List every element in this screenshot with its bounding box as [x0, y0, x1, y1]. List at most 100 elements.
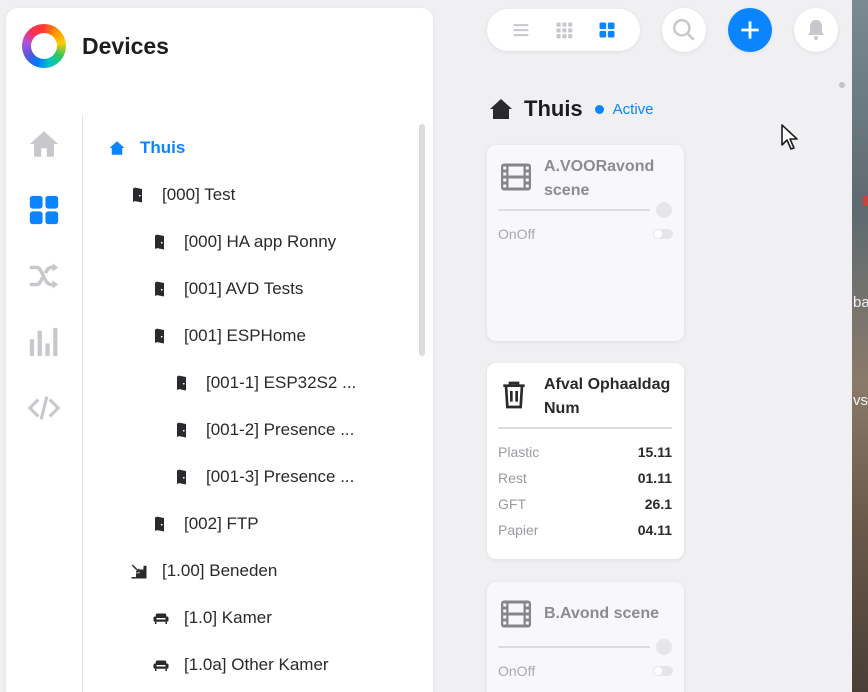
- trash-icon: [503, 381, 525, 409]
- row-value: 04.11: [637, 522, 672, 538]
- card-title: A.VOORavond scene: [544, 158, 655, 199]
- row-label: Papier: [498, 522, 539, 538]
- view-mode-switch: [487, 9, 640, 51]
- tree-item[interactable]: [000] HA app Ronny: [150, 218, 336, 265]
- room-header: Thuis Active: [489, 96, 654, 122]
- card-title: Afval Ophaaldag Num: [544, 376, 671, 417]
- data-row: Rest 01.11: [498, 470, 672, 486]
- tree-item-label: [000] HA app Ronny: [184, 231, 337, 251]
- sofa-icon: [150, 607, 172, 629]
- list-view-icon: [513, 24, 528, 37]
- home-icon: [490, 99, 512, 119]
- row-label: GFT: [498, 496, 526, 512]
- tree-item[interactable]: [001-2] Presence ...: [172, 406, 354, 453]
- door-icon: [150, 231, 172, 253]
- app-logo: [22, 24, 66, 68]
- desktop-text: vs: [853, 392, 868, 409]
- list-view-button[interactable]: [509, 18, 533, 42]
- notifications-button[interactable]: [794, 8, 838, 52]
- tree-item-label: [000] Test: [162, 184, 236, 204]
- bar-chart-icon: [29, 327, 58, 357]
- shuffle-icon: [29, 263, 59, 289]
- tree-item[interactable]: [001-3] Presence ...: [172, 453, 354, 500]
- tree-item-label: [002] FTP: [184, 513, 259, 533]
- card-divider: [498, 427, 672, 429]
- tree-item[interactable]: [002] FTP: [150, 500, 259, 547]
- rail-stats-button[interactable]: [24, 322, 64, 362]
- rail-devices-button[interactable]: [24, 190, 64, 230]
- tree-item-label: [001-2] Presence ...: [206, 419, 355, 439]
- row-value: 26.1: [644, 496, 672, 512]
- tree-item[interactable]: [1.0] Kamer: [150, 594, 272, 641]
- small-grid-icon: [556, 22, 572, 39]
- data-row: Plastic 15.11: [498, 444, 672, 460]
- row-label: Rest: [498, 470, 527, 486]
- card-slider-track: [498, 646, 650, 648]
- tree-item-label: [1.0] Kamer: [184, 607, 272, 627]
- onoff-toggle[interactable]: [653, 666, 673, 676]
- card-slider-knob[interactable]: [656, 639, 672, 655]
- film-icon: [501, 163, 531, 191]
- sofa-icon: [150, 654, 172, 676]
- tree-item[interactable]: [1.00] Beneden: [128, 547, 277, 594]
- tree-item[interactable]: [001-1] ESP32S2 ...: [172, 359, 356, 406]
- app-window: Devices Thuis [000] Test [000] HA app Ro…: [0, 0, 852, 692]
- tree-item-label: [1.0a] Other Kamer: [184, 654, 329, 674]
- onoff-toggle[interactable]: [653, 229, 673, 239]
- row-value: 15.11: [637, 444, 672, 460]
- row-value: 01.11: [637, 470, 672, 486]
- large-grid-icon: [599, 22, 614, 38]
- tree-item-label: [1.00] Beneden: [162, 560, 278, 580]
- plus-icon: [741, 21, 759, 39]
- devices-panel: Devices Thuis [000] Test [000] HA app Ro…: [6, 8, 433, 692]
- home-icon: [29, 131, 59, 157]
- tree-item-label: [001] AVD Tests: [184, 278, 304, 298]
- add-button[interactable]: [728, 8, 772, 52]
- room-name: Thuis: [524, 96, 583, 121]
- card-slider-knob[interactable]: [656, 202, 672, 218]
- tree-item-label: [001-1] ESP32S2 ...: [206, 372, 357, 392]
- page-scroll-indicator[interactable]: [839, 82, 845, 88]
- data-row: GFT 26.1: [498, 496, 672, 512]
- tree-item[interactable]: [000] Test: [128, 171, 235, 218]
- card-header: A.VOORavond scene: [498, 155, 684, 203]
- home-icon: [106, 137, 128, 159]
- page-title: Devices: [82, 32, 169, 59]
- brand: Devices: [22, 24, 169, 68]
- tree-item[interactable]: [001] AVD Tests: [150, 265, 303, 312]
- search-button[interactable]: [662, 8, 706, 52]
- door-icon: [172, 372, 194, 394]
- card-header: B.Avond scene: [498, 592, 684, 632]
- status-dot: [594, 104, 604, 114]
- card-title: B.Avond scene: [544, 605, 659, 622]
- mouse-cursor-icon: [781, 124, 798, 150]
- tree-scrollbar[interactable]: [419, 124, 425, 356]
- film-icon: [501, 600, 531, 628]
- door-icon: [150, 513, 172, 535]
- device-card[interactable]: A.VOORavond scene OnOff: [487, 145, 684, 341]
- door-icon: [150, 325, 172, 347]
- tree-item[interactable]: [1.0a] Other Kamer: [150, 641, 329, 688]
- rail-developer-button[interactable]: [24, 388, 64, 428]
- nav-rail: [24, 124, 64, 454]
- tree-item-thuis[interactable]: Thuis: [106, 124, 185, 171]
- door-icon: [128, 184, 150, 206]
- rail-scenes-button[interactable]: [24, 256, 64, 296]
- device-card[interactable]: Afval Ophaaldag Num Plastic 15.11 Rest 0…: [487, 363, 684, 559]
- grid-icon: [29, 195, 59, 225]
- tree-item-label: [001-3] Presence ...: [206, 466, 355, 486]
- tree-item[interactable]: [001] ESPHome: [150, 312, 306, 359]
- desktop-background: ba vs: [852, 0, 868, 692]
- rail-home-button[interactable]: [24, 124, 64, 164]
- tree-divider: [82, 116, 83, 692]
- property-label: OnOff: [498, 663, 536, 679]
- device-card[interactable]: B.Avond scene OnOff: [487, 582, 684, 692]
- stairs-icon: [128, 560, 150, 582]
- door-icon: [172, 466, 194, 488]
- large-grid-view-button[interactable]: [595, 18, 619, 42]
- desktop-icon-fragment: [863, 196, 868, 206]
- card-header: Afval Ophaaldag Num: [498, 373, 684, 421]
- door-icon: [172, 419, 194, 441]
- property-label: OnOff: [498, 226, 536, 242]
- small-grid-view-button[interactable]: [552, 18, 576, 42]
